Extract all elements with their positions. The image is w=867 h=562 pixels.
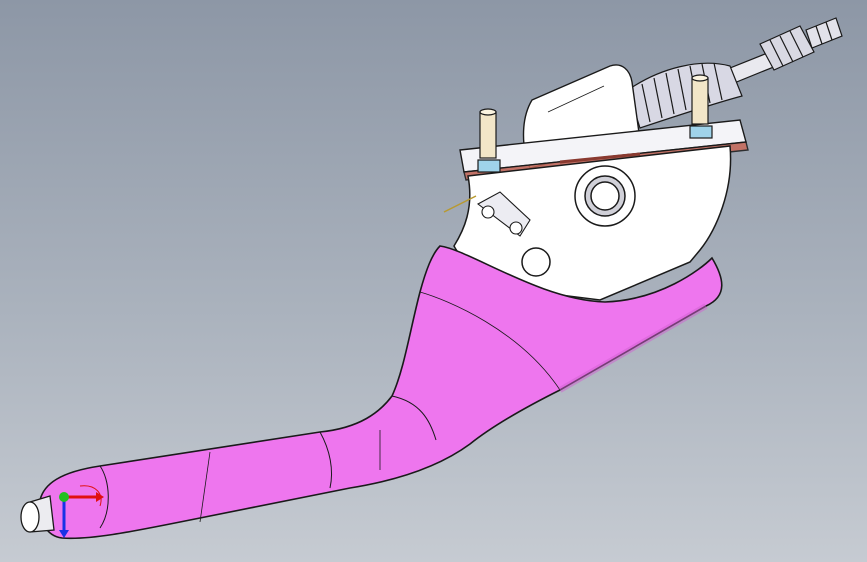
cad-model-drawing <box>20 17 843 540</box>
handle-end-cap <box>20 495 55 533</box>
y-axis-origin <box>59 492 69 502</box>
cad-viewport[interactable] <box>0 0 867 562</box>
rubber-boot <box>627 62 743 129</box>
